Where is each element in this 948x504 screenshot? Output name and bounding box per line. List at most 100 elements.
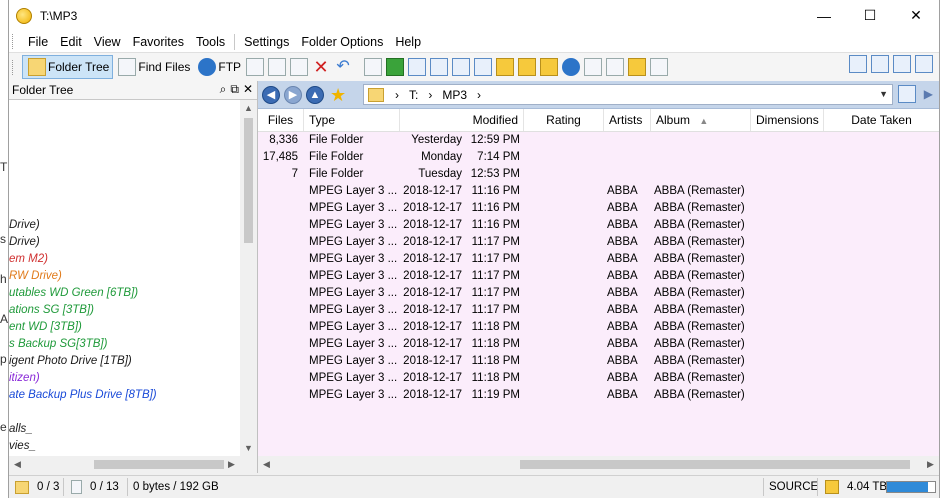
tree-vscroll-thumb[interactable] <box>244 118 253 243</box>
maximize-button[interactable]: ☐ <box>847 0 893 31</box>
view-mode-icon[interactable] <box>897 85 916 103</box>
scroll-left-icon[interactable]: ◀ <box>258 456 275 473</box>
table-row[interactable]: MPEG Layer 3 ... 2018-12-17 11:19 PM ABBA AB… <box>258 387 939 404</box>
menu-view[interactable]: View <box>88 35 127 49</box>
table-row[interactable]: MPEG Layer 3 ... 2018-12-17 11:17 PM ABBA AB… <box>258 268 939 285</box>
table-row[interactable]: MPEG Layer 3 ... 2018-12-17 11:17 PM ABBA AB… <box>258 302 939 319</box>
pin-icon[interactable]: ⧉ <box>230 82 239 97</box>
copy-icon[interactable] <box>246 58 265 76</box>
menu-settings[interactable]: Settings <box>238 35 295 49</box>
menu-edit[interactable]: Edit <box>54 35 88 49</box>
ftp-button[interactable]: FTP <box>193 55 244 79</box>
sync-icon[interactable] <box>408 58 427 76</box>
tree-item[interactable]: utables WD Green [6TB]) <box>9 285 138 302</box>
table-row[interactable]: MPEG Layer 3 ... 2018-12-17 11:18 PM ABBA AB… <box>258 370 939 387</box>
close-button[interactable]: ✕ <box>893 0 939 31</box>
pane-layout-icon[interactable] <box>893 55 911 73</box>
col-artists[interactable]: Artists <box>604 109 651 131</box>
delete-icon[interactable]: ✕ <box>312 58 330 76</box>
list-hscroll-thumb[interactable] <box>520 460 910 469</box>
tree-item[interactable]: igent Photo Drive [1TB]) <box>9 353 132 370</box>
undo-icon[interactable]: ↶ <box>334 58 352 76</box>
breadcrumb-folder[interactable]: MP3 <box>442 88 467 102</box>
tree-item[interactable]: alls_ <box>9 421 33 438</box>
up-icon[interactable]: ▲ <box>306 85 324 104</box>
menu-file[interactable]: File <box>22 35 54 49</box>
tree-item[interactable]: ate Backup Plus Drive [8TB]) <box>9 387 157 404</box>
tree-item[interactable]: ent WD [3TB]) <box>9 319 82 336</box>
tree-vertical-scrollbar[interactable]: ▲ ▼ <box>240 100 257 457</box>
table-row[interactable]: MPEG Layer 3 ... 2018-12-17 11:16 PM ABBA AB… <box>258 217 939 234</box>
col-date-taken[interactable]: Date Taken <box>824 109 939 131</box>
table-row[interactable]: 8,336 File Folder Yesterday 12:59 PM <box>258 132 939 149</box>
tree-item[interactable]: Drive) <box>9 234 40 251</box>
panel-toggle-icon[interactable]: ▶ <box>924 85 933 103</box>
close-icon[interactable]: ✕ <box>243 82 253 97</box>
tree-item[interactable]: ations SG [3TB]) <box>9 302 94 319</box>
scroll-right-icon[interactable]: ▶ <box>223 456 240 473</box>
table-row[interactable]: 7 File Folder Tuesday 12:53 PM <box>258 166 939 183</box>
breadcrumb-drive[interactable]: T: <box>409 88 418 102</box>
tree-item[interactable]: Drive) <box>9 217 40 234</box>
table-row[interactable]: MPEG Layer 3 ... 2018-12-17 11:17 PM ABBA AB… <box>258 285 939 302</box>
address-field[interactable]: › T: › MP3 › ▼ <box>363 84 893 105</box>
table-row[interactable]: MPEG Layer 3 ... 2018-12-17 11:18 PM ABBA AB… <box>258 336 939 353</box>
blank-doc-icon[interactable] <box>584 58 603 76</box>
compare-icon[interactable] <box>430 58 449 76</box>
search-icon[interactable]: ⌕ <box>220 82 227 97</box>
preview-pane-icon[interactable] <box>915 55 933 73</box>
layout-icon[interactable] <box>650 58 669 76</box>
bg-glyph: A <box>0 312 9 326</box>
folder-tree-button[interactable]: Folder Tree <box>22 55 114 79</box>
tree-item[interactable]: s Backup SG[3TB]) <box>9 336 107 353</box>
properties-icon[interactable] <box>290 58 309 76</box>
color-folder-icon[interactable] <box>628 58 647 76</box>
table-row[interactable]: MPEG Layer 3 ... 2018-12-17 11:16 PM ABBA AB… <box>258 200 939 217</box>
scroll-left-icon[interactable]: ◀ <box>9 456 26 473</box>
scroll-up-icon[interactable]: ▲ <box>240 100 257 117</box>
back-icon[interactable]: ◀ <box>262 85 280 104</box>
table-row[interactable]: MPEG Layer 3 ... 2018-12-17 11:16 PM ABBA AB… <box>258 183 939 200</box>
menu-tools[interactable]: Tools <box>190 35 231 49</box>
new-folder-icon[interactable] <box>496 58 515 76</box>
favorites-star-icon[interactable]: ★ <box>330 86 346 104</box>
table-row[interactable]: 17,485 File Folder Monday 7:14 PM <box>258 149 939 166</box>
table-row[interactable]: MPEG Layer 3 ... 2018-12-17 11:18 PM ABBA AB… <box>258 353 939 370</box>
info-icon[interactable] <box>562 58 581 76</box>
find-files-button[interactable]: Find Files <box>113 55 193 79</box>
scroll-down-icon[interactable]: ▼ <box>240 440 257 457</box>
menu-favorites[interactable]: Favorites <box>127 35 190 49</box>
tree-item[interactable]: itizen) <box>9 370 40 387</box>
menu-folder-options[interactable]: Folder Options <box>295 35 389 49</box>
scroll-right-icon[interactable]: ▶ <box>922 456 939 473</box>
table-row[interactable]: MPEG Layer 3 ... 2018-12-17 11:18 PM ABBA AB… <box>258 319 939 336</box>
dual-pane-icon[interactable] <box>871 55 889 73</box>
cmd-icon[interactable] <box>364 58 383 76</box>
col-rating[interactable]: Rating <box>524 109 604 131</box>
tree-hscroll-thumb[interactable] <box>94 460 224 469</box>
refresh-icon[interactable] <box>386 58 405 76</box>
chevron-down-icon[interactable]: ▼ <box>879 89 888 99</box>
tree-item[interactable]: vies_ <box>9 438 36 455</box>
rename-icon[interactable] <box>518 58 537 76</box>
list-horizontal-scrollbar[interactable]: ◀ ▶ <box>258 456 939 473</box>
tree-item[interactable]: em M2) <box>9 251 48 268</box>
tree-item[interactable]: RW Drive) <box>9 268 62 285</box>
table-row[interactable]: MPEG Layer 3 ... 2018-12-17 11:17 PM ABBA AB… <box>258 234 939 251</box>
paste-icon[interactable] <box>268 58 287 76</box>
col-dimensions[interactable]: Dimensions <box>751 109 824 131</box>
menu-help[interactable]: Help <box>389 35 427 49</box>
tree-horizontal-scrollbar[interactable]: ◀ ▶ <box>9 456 257 473</box>
forward-icon[interactable]: ▶ <box>284 85 302 104</box>
move-left-icon[interactable] <box>452 58 471 76</box>
checklist-icon[interactable] <box>849 55 867 73</box>
table-row[interactable]: MPEG Layer 3 ... 2018-12-17 11:17 PM ABBA AB… <box>258 251 939 268</box>
col-files[interactable]: Files <box>258 109 304 131</box>
col-modified[interactable]: Modified <box>400 109 524 131</box>
col-type[interactable]: Type <box>304 109 400 131</box>
new-file-icon[interactable] <box>606 58 625 76</box>
sort-icon[interactable] <box>540 58 559 76</box>
col-album[interactable]: Album ▲ <box>651 109 751 131</box>
minimize-button[interactable]: — <box>801 0 847 31</box>
move-right-icon[interactable] <box>474 58 493 76</box>
